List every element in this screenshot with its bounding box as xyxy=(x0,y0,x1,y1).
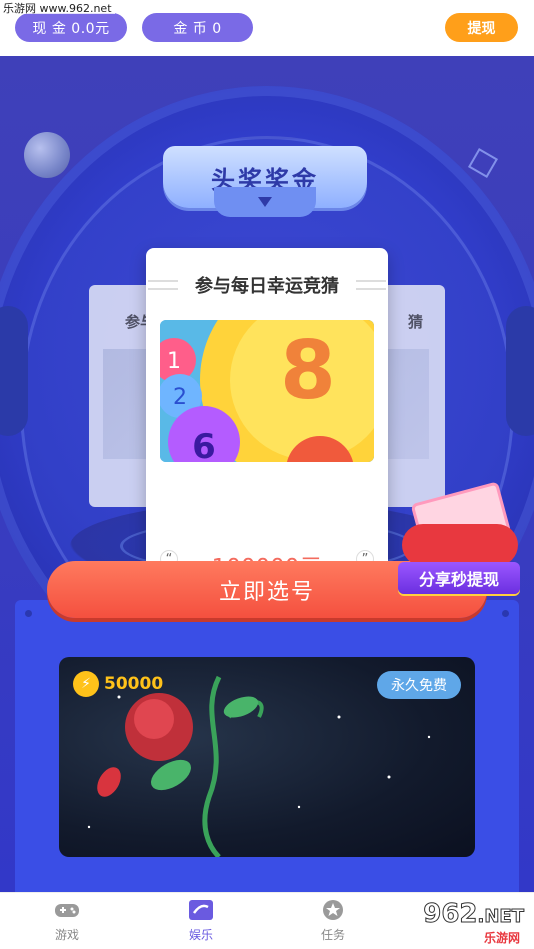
left-knob-decoration xyxy=(0,306,28,436)
panel-rivet-left xyxy=(25,610,32,617)
planet-decoration xyxy=(24,132,70,178)
ball-number-2: 2 xyxy=(173,385,187,410)
share-withdraw-badge[interactable]: 分享秒提现 xyxy=(396,481,524,598)
panel-rivet-right xyxy=(502,610,509,617)
title-deco-right xyxy=(356,280,386,290)
ball-number-1: 1 xyxy=(167,349,181,374)
site-watermark: 乐游网 www.962.net xyxy=(0,0,115,15)
rose-game-card[interactable]: ⚡ 50000 永久免费 xyxy=(59,657,475,857)
tab-entertainment-label: 娱乐 xyxy=(188,928,213,942)
lightning-coin-icon: ⚡ xyxy=(73,671,99,697)
free-forever-tag: 永久免费 xyxy=(377,671,461,699)
tab-tasks-label: 任务 xyxy=(320,928,345,942)
carousel-card-right-title: 猜 xyxy=(407,313,423,331)
banner-arrow xyxy=(214,187,316,217)
right-knob-decoration xyxy=(506,306,534,436)
ball-number-6: 6 xyxy=(192,427,216,462)
tab-entertainment[interactable]: 娱乐 xyxy=(161,899,241,945)
badge-cloud-decoration xyxy=(402,524,518,566)
tab-games-label: 游戏 xyxy=(54,928,79,942)
tab-games[interactable]: 游戏 xyxy=(27,899,107,945)
coin-reward-badge: ⚡ 50000 xyxy=(73,671,163,697)
share-withdraw-label: 分享秒提现 xyxy=(398,562,520,594)
lucky-guess-title: 参与每日幸运竞猜 xyxy=(195,276,339,297)
gamepad-icon xyxy=(54,899,80,921)
ball-number-8: 8 xyxy=(280,324,336,417)
coin-balance-pill[interactable]: 金 币 0 xyxy=(142,13,253,42)
star-icon xyxy=(320,899,346,921)
logo-number: 962.NET xyxy=(423,899,525,930)
coin-reward-amount: 50000 xyxy=(104,674,164,694)
withdraw-button[interactable]: 提现 xyxy=(445,13,518,42)
tab-tasks[interactable]: 任务 xyxy=(293,899,373,945)
lucky-guess-card[interactable]: 参与每日幸运竞猜 8 1 2 6 “ 100000元 ” xyxy=(146,248,388,600)
number-balls-illustration: 8 1 2 6 xyxy=(160,320,374,462)
cash-balance-pill[interactable]: 现 金 0.0元 xyxy=(15,13,127,42)
962-watermark-logo: 962.NET 乐游网 xyxy=(402,899,528,946)
number-balls-image: 8 1 2 6 xyxy=(160,320,374,462)
entertainment-icon xyxy=(188,899,214,921)
cube-decoration xyxy=(467,147,499,179)
triangle-down-icon xyxy=(258,197,272,207)
logo-subtitle: 乐游网 xyxy=(483,931,520,945)
